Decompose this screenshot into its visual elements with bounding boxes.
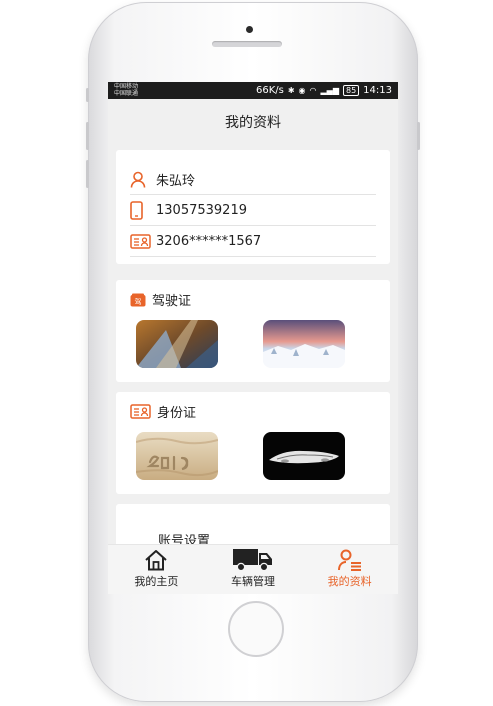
page-title: 我的资料: [225, 115, 281, 131]
svg-text:驾: 驾: [135, 297, 142, 306]
wifi-icon: ◠: [309, 86, 317, 95]
license-header: 驾 驾驶证: [130, 290, 191, 309]
status-bar: 中国移动 中国联通 66K/s ✱ ◉ ◠ ▂▄▆ 85 14:13: [108, 82, 398, 99]
id-photo-back[interactable]: [263, 432, 345, 480]
battery-icon: 85: [342, 85, 360, 96]
id-card-section: 身份证: [116, 392, 390, 494]
id-number: 3206******1567: [156, 233, 262, 249]
volume-down-button: [86, 160, 89, 188]
profile-card: 朱弘玲 13057539219 3206******1567: [116, 150, 390, 264]
truck-icon: [233, 549, 273, 571]
status-indicators: 66K/s ✱ ◉ ◠ ▂▄▆ 85 14:13: [256, 84, 392, 97]
license-photo-front[interactable]: [136, 320, 218, 368]
name-row[interactable]: 朱弘玲: [130, 164, 376, 195]
mute-switch: [86, 88, 89, 102]
earpiece-speaker: [212, 41, 282, 47]
phone-row[interactable]: 13057539219: [130, 195, 376, 226]
phone-icon: [130, 200, 152, 220]
signal-icon: ▂▄▆: [320, 86, 339, 95]
tab-home-label: 我的主页: [134, 575, 179, 588]
id-card-icon: [130, 233, 152, 249]
license-icon: 驾: [130, 293, 146, 307]
front-camera: [246, 26, 253, 33]
tab-vehicles[interactable]: 车辆管理: [205, 545, 302, 594]
home-icon: [144, 549, 168, 571]
license-card: 驾 驾驶证: [116, 280, 390, 382]
bottom-tab-bar: 我的主页 车辆管理 我的资料: [108, 544, 398, 594]
user-name: 朱弘玲: [156, 173, 196, 189]
user-icon: [130, 171, 152, 188]
id-photo-front[interactable]: [136, 432, 218, 480]
app-screen: 中国移动 中国联通 66K/s ✱ ◉ ◠ ▂▄▆ 85 14:13 我的资料 …: [108, 82, 398, 594]
carrier-2: 中国联通: [114, 90, 139, 97]
profile-icon: [337, 549, 362, 571]
id-row[interactable]: 3206******1567: [130, 226, 376, 257]
nav-bar: 我的资料: [108, 99, 398, 145]
clock: 14:13: [363, 85, 392, 96]
tab-home[interactable]: 我的主页: [108, 545, 205, 594]
tab-vehicles-label: 车辆管理: [231, 575, 275, 588]
bluetooth-icon: ✱: [287, 86, 295, 95]
tab-profile-label: 我的资料: [327, 575, 372, 588]
power-button: [417, 122, 420, 150]
volume-up-button: [86, 122, 89, 150]
carrier-info: 中国移动 中国联通: [114, 83, 138, 97]
license-photo-back[interactable]: [263, 320, 345, 368]
license-title: 驾驶证: [152, 294, 192, 309]
eye-icon: ◉: [298, 86, 306, 95]
tab-profile[interactable]: 我的资料: [301, 545, 398, 594]
network-speed: 66K/s: [255, 85, 284, 96]
id-card-title: 身份证: [157, 406, 197, 421]
phone-number: 13057539219: [156, 202, 247, 218]
home-button[interactable]: [228, 601, 284, 657]
id-card-header: 身份证: [130, 402, 196, 421]
carrier-1: 中国移动: [114, 83, 139, 90]
id-card-section-icon: [130, 404, 151, 419]
